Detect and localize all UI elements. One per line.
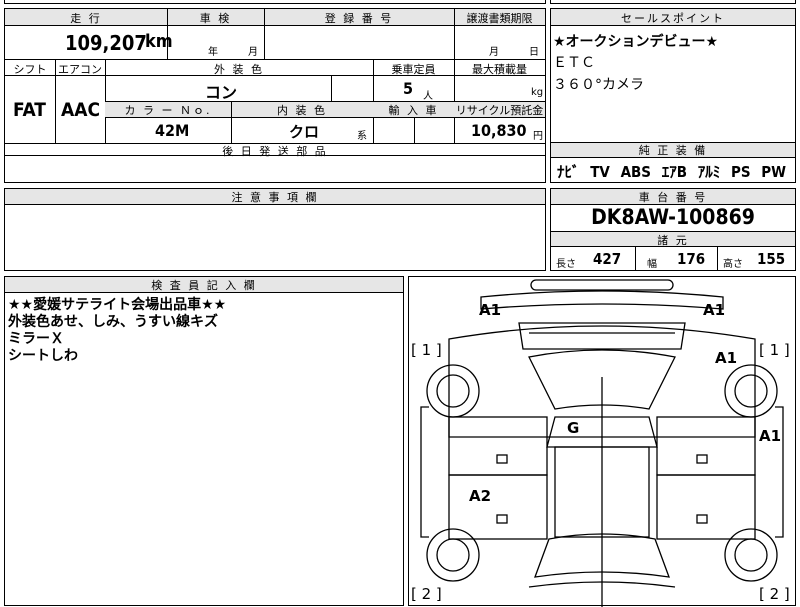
recycle-unit: 円 xyxy=(533,131,543,142)
equipment-item: ﾅﾋﾞ xyxy=(557,163,580,181)
transfer-month-unit: 月 xyxy=(489,47,499,58)
equipment-item: ｴｱB xyxy=(661,163,688,181)
position-bracket: [ 1 ] xyxy=(759,341,790,359)
inspection-label: 車 検 xyxy=(199,12,232,25)
shift-value: FAT xyxy=(13,99,46,121)
car-diagram: A1 A1 A1 A1 G A2 [ 1 ] [ 1 ] [ 2 ] [ 2 ] xyxy=(408,276,796,607)
chassis-number: DK8AW-100869 xyxy=(591,205,755,229)
width-value: 176 xyxy=(677,250,706,268)
capacity-unit: 人 xyxy=(423,91,433,102)
damage-mark: A2 xyxy=(469,487,492,505)
mileage-label: 走 行 xyxy=(70,12,102,25)
position-bracket: [ 2 ] xyxy=(411,585,442,603)
damage-mark: G xyxy=(567,419,580,437)
position-bracket: [ 2 ] xyxy=(759,585,790,603)
top-partial-row xyxy=(4,0,546,4)
sales-point-1: ★オークションデビュー★ xyxy=(553,34,719,50)
equipment-list: ﾅﾋﾞ TV ABS ｴｱB ｱﾙﾐ PS PW xyxy=(557,161,786,182)
sales-point-2: ＥＴＣ xyxy=(553,55,595,71)
damage-mark: A1 xyxy=(703,301,726,319)
max-load-unit: kg xyxy=(531,87,544,98)
damage-mark: A1 xyxy=(715,349,738,367)
equipment-item: ｱﾙﾐ xyxy=(697,163,721,181)
transfer-deadline-label: 譲渡書類期限 xyxy=(466,12,533,25)
chassis-label: 車 台 番 号 xyxy=(638,191,708,204)
color-no-value: 42M xyxy=(155,121,190,140)
height-value: 155 xyxy=(757,250,786,268)
ext-color-value: コン xyxy=(205,83,238,102)
inspection-year-unit: 年 xyxy=(208,47,218,58)
vehicle-info-block: 走 行 車 検 登 録 番 号 譲渡書類期限 109,207 km 年 月 月 … xyxy=(4,8,546,158)
damage-mark: A1 xyxy=(479,301,502,319)
length-label: 長さ xyxy=(556,259,576,270)
later-parts-field xyxy=(4,155,546,183)
recycle-value: 10,830 xyxy=(471,121,527,140)
inspector-block: 検 査 員 記 入 欄 ★★愛媛サテライト会場出品車★★ 外装色あせ、しみ、うす… xyxy=(4,276,404,606)
car-outline xyxy=(420,279,784,607)
equipment-item: ABS xyxy=(620,163,652,181)
notes-label: 注 意 事 項 欄 xyxy=(231,191,319,204)
equipment-item: TV xyxy=(590,163,610,181)
chassis-block: 車 台 番 号 DK8AW-100869 諸 元 長さ 427 幅 176 高さ… xyxy=(550,188,796,271)
capacity-value: 5 xyxy=(403,79,414,98)
inspector-line: ミラーＸ xyxy=(8,331,64,347)
top-partial-right xyxy=(550,0,796,4)
sales-point-block: セールスポイント ★オークションデビュー★ ＥＴＣ ３６０°カメラ 純 正 装 … xyxy=(550,8,796,183)
sales-point-3: ３６０°カメラ xyxy=(553,77,644,93)
inspector-line: ★★愛媛サテライト会場出品車★★ xyxy=(8,297,227,313)
damage-mark: A1 xyxy=(759,427,782,445)
equipment-item: PW xyxy=(761,163,787,181)
inspector-label: 検 査 員 記 入 欄 xyxy=(151,279,257,292)
import-label: 輸 入 車 xyxy=(388,104,439,117)
mileage-value: 109,207 xyxy=(65,31,147,55)
ac-value: AAC xyxy=(61,99,101,121)
int-color-label: 内 装 色 xyxy=(277,104,327,117)
int-color-value: クロ xyxy=(289,123,320,141)
equipment-label: 純 正 装 備 xyxy=(638,144,708,157)
mileage-unit: km xyxy=(145,31,173,52)
notes-block: 注 意 事 項 欄 xyxy=(4,188,546,271)
int-color-suffix: 系 xyxy=(357,131,367,142)
height-label: 高さ xyxy=(723,259,743,270)
position-bracket: [ 1 ] xyxy=(411,341,442,359)
equipment-item: PS xyxy=(730,163,751,181)
registration-label: 登 録 番 号 xyxy=(324,12,394,25)
transfer-day-unit: 日 xyxy=(529,47,539,58)
inspector-line: 外装色あせ、しみ、うすい線キズ xyxy=(8,314,218,330)
color-no-label: カ ラ ー Ｎｏ. xyxy=(124,104,212,117)
inspector-line: シートしわ xyxy=(8,348,78,364)
inspection-month-unit: 月 xyxy=(248,47,258,58)
length-value: 427 xyxy=(593,250,622,268)
recycle-label: リサイクル預託金 xyxy=(455,104,544,117)
width-label: 幅 xyxy=(647,259,657,270)
specs-label: 諸 元 xyxy=(657,234,689,247)
sales-point-label: セールスポイント xyxy=(621,12,725,25)
